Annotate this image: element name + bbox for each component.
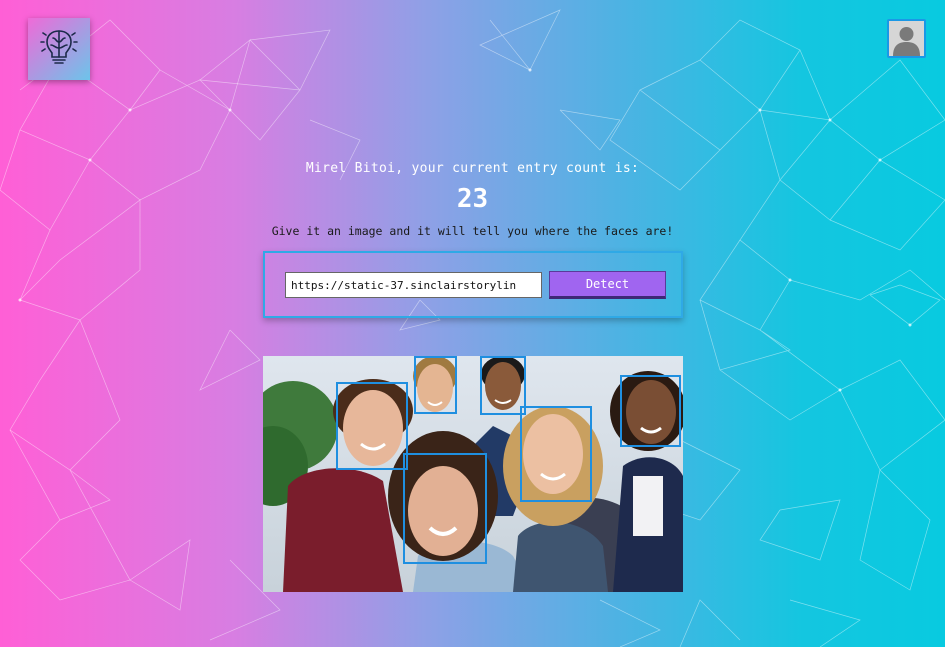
- detect-button[interactable]: Detect: [549, 271, 666, 299]
- entry-count-greeting: Mirel Bitoi, your current entry count is…: [305, 161, 640, 176]
- face-detection-box: [620, 375, 681, 447]
- user-avatar-icon: [889, 21, 924, 56]
- face-detection-box: [414, 356, 457, 414]
- user-avatar-button[interactable]: [887, 19, 926, 58]
- face-detection-box: [520, 406, 592, 502]
- entry-count-value: 23: [456, 184, 489, 214]
- face-detection-box: [336, 382, 408, 470]
- app-tagline: Give it an image and it will tell you wh…: [271, 224, 674, 238]
- image-url-input[interactable]: [285, 272, 542, 298]
- app-logo[interactable]: [28, 18, 90, 80]
- face-detection-box: [403, 453, 487, 564]
- detection-result-image: [263, 356, 683, 592]
- image-url-form: Detect: [263, 251, 683, 318]
- brain-lightbulb-icon: [37, 25, 81, 73]
